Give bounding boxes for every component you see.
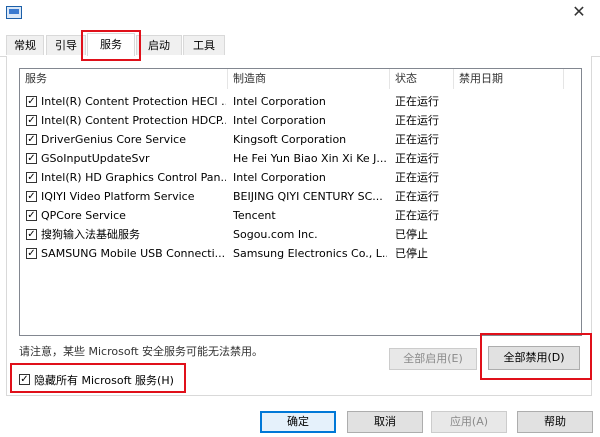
service-name: SAMSUNG Mobile USB Connecti... xyxy=(41,247,226,260)
service-disabled-date xyxy=(459,187,559,206)
service-checkbox[interactable]: ✓ xyxy=(26,172,37,183)
service-disabled-date xyxy=(459,92,559,111)
service-disabled-date xyxy=(459,111,559,130)
service-row[interactable]: ✓ Intel(R) Content Protection HDCP... In… xyxy=(20,111,581,130)
service-checkbox[interactable]: ✓ xyxy=(26,210,37,221)
service-disabled-date xyxy=(459,206,559,225)
service-checkbox[interactable]: ✓ xyxy=(26,115,37,126)
title-bar: ✕ xyxy=(0,0,600,30)
service-name: Intel(R) Content Protection HDCP... xyxy=(41,114,226,127)
service-disabled-date xyxy=(459,168,559,187)
service-vendor: Intel Corporation xyxy=(233,95,326,108)
column-header-vendor[interactable]: 制造商 xyxy=(228,69,390,89)
service-vendor: Sogou.com Inc. xyxy=(233,228,318,241)
tab-tools[interactable]: 工具 xyxy=(183,35,225,55)
service-vendor: Intel Corporation xyxy=(233,171,326,184)
service-name: Intel(R) HD Graphics Control Pan... xyxy=(41,171,226,184)
service-status: 正在运行 xyxy=(395,114,439,127)
service-checkbox[interactable]: ✓ xyxy=(26,248,37,259)
service-row[interactable]: ✓ 搜狗输入法基础服务 Sogou.com Inc. 已停止 xyxy=(20,225,581,244)
close-icon[interactable]: ✕ xyxy=(568,2,590,22)
column-header-status[interactable]: 状态 xyxy=(390,69,454,89)
service-status: 正在运行 xyxy=(395,133,439,146)
service-vendor: Kingsoft Corporation xyxy=(233,133,347,146)
service-vendor: Samsung Electronics Co., L... xyxy=(233,247,387,260)
service-checkbox[interactable]: ✓ xyxy=(26,96,37,107)
service-name: DriverGenius Core Service xyxy=(41,133,186,146)
service-row[interactable]: ✓ GSoInputUpdateSvr He Fei Yun Biao Xin … xyxy=(20,149,581,168)
service-vendor: Intel Corporation xyxy=(233,114,326,127)
service-status: 已停止 xyxy=(395,247,428,260)
service-checkbox[interactable]: ✓ xyxy=(26,153,37,164)
security-note: 请注意，某些 Microsoft 安全服务可能无法禁用。 xyxy=(19,345,264,358)
service-status: 正在运行 xyxy=(395,209,439,222)
service-vendor: BEIJING QIYI CENTURY SC... xyxy=(233,190,383,203)
tab-general[interactable]: 常规 xyxy=(6,35,44,55)
service-row[interactable]: ✓ DriverGenius Core Service Kingsoft Cor… xyxy=(20,130,581,149)
service-disabled-date xyxy=(459,244,559,263)
service-checkbox[interactable]: ✓ xyxy=(26,229,37,240)
service-row[interactable]: ✓ IQIYI Video Platform Service BEIJING Q… xyxy=(20,187,581,206)
column-header-service[interactable]: 服务 xyxy=(20,69,228,89)
ok-button[interactable]: 确定 xyxy=(260,411,336,433)
service-disabled-date xyxy=(459,130,559,149)
tab-highlight-box xyxy=(81,30,141,61)
service-row[interactable]: ✓ Intel(R) HD Graphics Control Pan... In… xyxy=(20,168,581,187)
service-disabled-date xyxy=(459,225,559,244)
column-header-disabled-date[interactable]: 禁用日期 xyxy=(454,69,564,89)
service-checkbox[interactable]: ✓ xyxy=(26,191,37,202)
cancel-button[interactable]: 取消 xyxy=(347,411,423,433)
service-row[interactable]: ✓ SAMSUNG Mobile USB Connecti... Samsung… xyxy=(20,244,581,263)
disable-all-highlight-box xyxy=(480,333,592,380)
services-list[interactable]: 服务 制造商 状态 禁用日期 ✓ Intel(R) Content Protec… xyxy=(19,68,582,336)
service-name: GSoInputUpdateSvr xyxy=(41,152,150,165)
enable-all-button[interactable]: 全部启用(E) xyxy=(389,348,477,370)
service-disabled-date xyxy=(459,149,559,168)
service-row[interactable]: ✓ QPCore Service Tencent 正在运行 xyxy=(20,206,581,225)
service-name: Intel(R) Content Protection HECI ... xyxy=(41,95,226,108)
hide-microsoft-highlight-box xyxy=(10,363,186,393)
tab-startup[interactable]: 启动 xyxy=(136,35,182,55)
service-status: 正在运行 xyxy=(395,152,439,165)
service-name: QPCore Service xyxy=(41,209,126,222)
service-name: IQIYI Video Platform Service xyxy=(41,190,195,203)
service-vendor: He Fei Yun Biao Xin Xi Ke J... xyxy=(233,152,387,165)
service-name: 搜狗输入法基础服务 xyxy=(41,228,140,241)
tab-boot[interactable]: 引导 xyxy=(46,35,86,55)
service-vendor: Tencent xyxy=(233,209,276,222)
service-status: 正在运行 xyxy=(395,190,439,203)
service-checkbox[interactable]: ✓ xyxy=(26,134,37,145)
service-status: 正在运行 xyxy=(395,95,439,108)
system-config-icon xyxy=(6,6,22,19)
service-status: 已停止 xyxy=(395,228,428,241)
apply-button[interactable]: 应用(A) xyxy=(431,411,507,433)
service-row[interactable]: ✓ Intel(R) Content Protection HECI ... I… xyxy=(20,92,581,111)
service-status: 正在运行 xyxy=(395,171,439,184)
help-button[interactable]: 帮助 xyxy=(517,411,593,433)
